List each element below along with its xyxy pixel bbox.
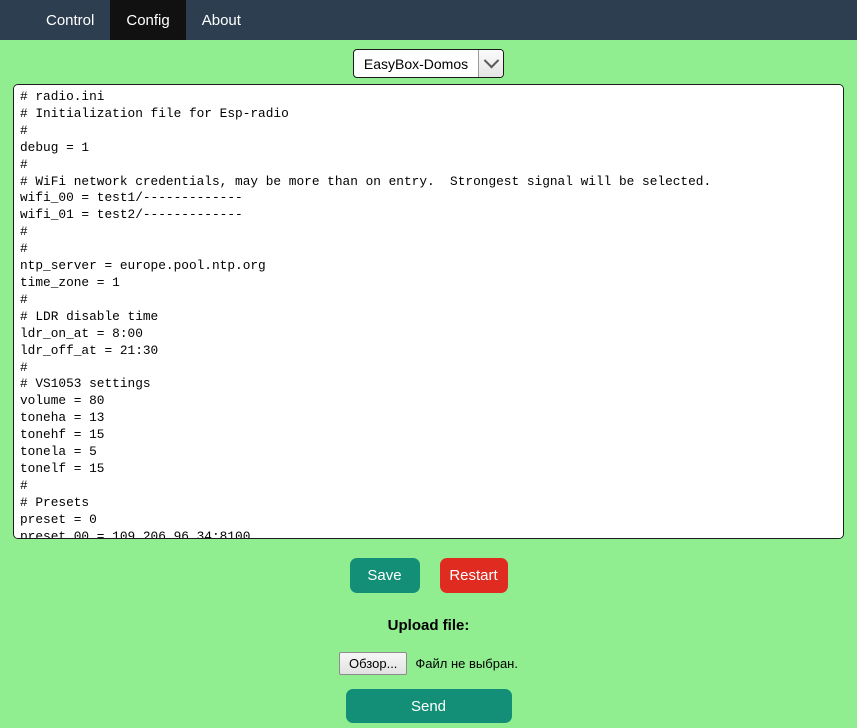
nav-tab-config[interactable]: Config [110,0,186,40]
file-browse-button[interactable]: Обзор... [339,652,408,675]
save-button[interactable]: Save [349,558,420,593]
send-button-row: Send [0,689,857,723]
config-editor-textarea[interactable] [13,84,844,539]
nav-tab-about[interactable]: About [186,0,257,40]
nav-tab-control[interactable]: Control [30,0,110,40]
upload-section-title: Upload file: [387,617,470,634]
top-navigation-bar: Control Config About [0,0,857,40]
send-button[interactable]: Send [345,689,512,723]
chevron-down-glyph [483,52,499,69]
restart-button[interactable]: Restart [439,558,508,593]
action-button-row: Save Restart [0,558,857,593]
device-select-row: EasyBox-Domos [0,40,857,84]
file-input-row: Обзор... Файл не выбран. [0,652,857,675]
device-select[interactable]: EasyBox-Domos [352,49,505,78]
config-editor-wrapper [13,84,844,539]
file-selection-status: Файл не выбран. [415,656,518,671]
device-select-value: EasyBox-Domos [363,55,469,72]
chevron-down-icon[interactable] [478,50,504,77]
